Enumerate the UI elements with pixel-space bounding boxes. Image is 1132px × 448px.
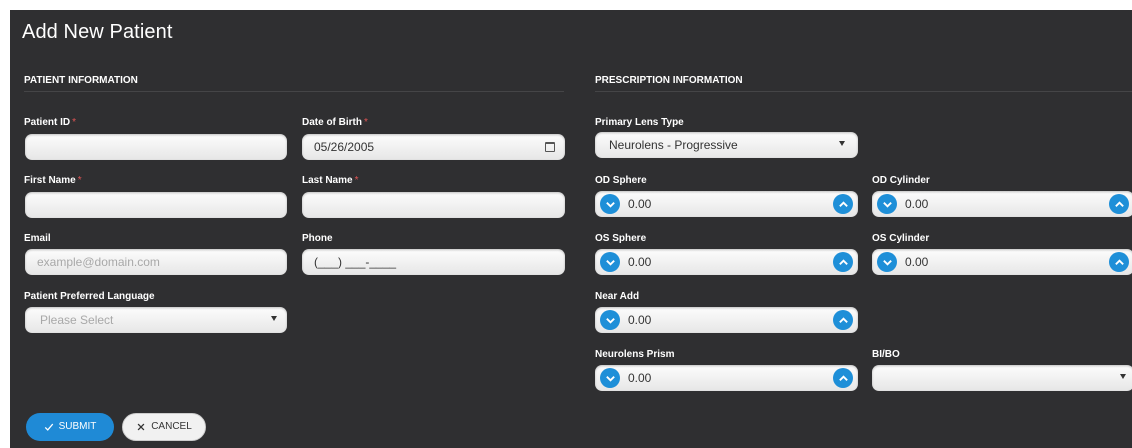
email-placeholder: example@domain.com (37, 255, 160, 269)
chevron-up-icon (838, 200, 848, 207)
first-name-input[interactable] (25, 192, 287, 218)
chevron-down-icon (605, 375, 615, 382)
near-add-label: Near Add (595, 291, 640, 302)
bibo-select[interactable] (872, 365, 1132, 391)
os-cylinder-stepper[interactable]: 0.00 (872, 249, 1132, 275)
dob-value: 05/26/2005 (314, 140, 375, 154)
submit-button[interactable]: SUBMIT (26, 413, 114, 441)
lens-type-value: Neurolens - Progressive (609, 138, 738, 152)
increment-button[interactable] (833, 194, 853, 214)
prism-value: 0.00 (628, 371, 652, 385)
increment-button[interactable] (833, 252, 853, 272)
required-mark: * (77, 175, 82, 186)
cancel-label: CANCEL (151, 421, 192, 432)
chevron-down-icon (839, 141, 845, 146)
dob-input[interactable]: 05/26/2005 (302, 134, 565, 160)
decrement-button[interactable] (600, 368, 620, 388)
patient-info-heading: PATIENT INFORMATION (24, 75, 138, 86)
decrement-button[interactable] (877, 252, 897, 272)
os-sphere-stepper[interactable]: 0.00 (595, 249, 858, 275)
near-add-stepper[interactable]: 0.00 (595, 307, 858, 333)
decrement-button[interactable] (600, 310, 620, 330)
near-add-value: 0.00 (628, 313, 652, 327)
prism-label: Neurolens Prism (595, 349, 675, 360)
phone-input[interactable]: (___) ___-____ (302, 249, 565, 275)
od-sphere-value: 0.00 (628, 197, 652, 211)
od-sphere-label: OD Sphere (595, 175, 647, 186)
dob-label: Date of Birth * (302, 117, 368, 128)
check-icon (44, 423, 53, 431)
chevron-up-icon (1114, 258, 1124, 265)
last-name-label: Last Name * (302, 175, 359, 186)
decrement-button[interactable] (600, 194, 620, 214)
chevron-up-icon (838, 374, 848, 381)
email-label: Email (24, 233, 51, 244)
submit-label: SUBMIT (58, 421, 97, 432)
first-name-label: First Name * (24, 175, 82, 186)
cancel-button[interactable]: CANCEL (122, 413, 206, 441)
chevron-down-icon (882, 259, 892, 266)
patient-id-input[interactable] (25, 134, 287, 160)
patient-id-label: Patient ID * (24, 117, 77, 128)
language-value: Please Select (40, 313, 114, 327)
increment-button[interactable] (833, 368, 853, 388)
os-cylinder-value: 0.00 (905, 255, 929, 269)
od-sphere-stepper[interactable]: 0.00 (595, 191, 858, 217)
od-cylinder-stepper[interactable]: 0.00 (872, 191, 1132, 217)
last-name-input[interactable] (302, 192, 565, 218)
calendar-icon[interactable] (545, 142, 555, 152)
chevron-down-icon (605, 317, 615, 324)
increment-button[interactable] (1109, 252, 1129, 272)
phone-mask: (___) ___-____ (314, 255, 397, 269)
lens-type-select[interactable]: Neurolens - Progressive (595, 132, 858, 158)
chevron-down-icon (605, 201, 615, 208)
os-cylinder-label: OS Cylinder (872, 233, 930, 244)
chevron-down-icon (882, 201, 892, 208)
bibo-label: BI/BO (872, 349, 900, 360)
required-mark: * (72, 117, 77, 128)
chevron-down-icon (271, 316, 277, 321)
patient-info-divider (24, 91, 564, 92)
od-cylinder-label: OD Cylinder (872, 175, 930, 186)
chevron-up-icon (838, 316, 848, 323)
rx-info-divider (595, 91, 1132, 92)
os-sphere-value: 0.00 (628, 255, 652, 269)
rx-info-heading: PRESCRIPTION INFORMATION (595, 75, 743, 86)
chevron-up-icon (838, 258, 848, 265)
prism-stepper[interactable]: 0.00 (595, 365, 858, 391)
required-mark: * (364, 117, 368, 128)
decrement-button[interactable] (600, 252, 620, 272)
page-title: Add New Patient (22, 21, 173, 43)
language-label: Patient Preferred Language (24, 291, 155, 302)
chevron-down-icon (1120, 374, 1126, 379)
chevron-down-icon (605, 259, 615, 266)
phone-label: Phone (302, 233, 333, 244)
od-cylinder-value: 0.00 (905, 197, 929, 211)
language-select[interactable]: Please Select (25, 307, 287, 333)
os-sphere-label: OS Sphere (595, 233, 647, 244)
increment-button[interactable] (833, 310, 853, 330)
close-icon (137, 423, 145, 431)
email-input[interactable]: example@domain.com (25, 249, 287, 275)
decrement-button[interactable] (877, 194, 897, 214)
lens-type-label: Primary Lens Type (595, 117, 684, 128)
add-patient-panel: Add New Patient PATIENT INFORMATION Pati… (10, 10, 1132, 448)
chevron-up-icon (1114, 200, 1124, 207)
required-mark: * (354, 175, 359, 186)
increment-button[interactable] (1109, 194, 1129, 214)
